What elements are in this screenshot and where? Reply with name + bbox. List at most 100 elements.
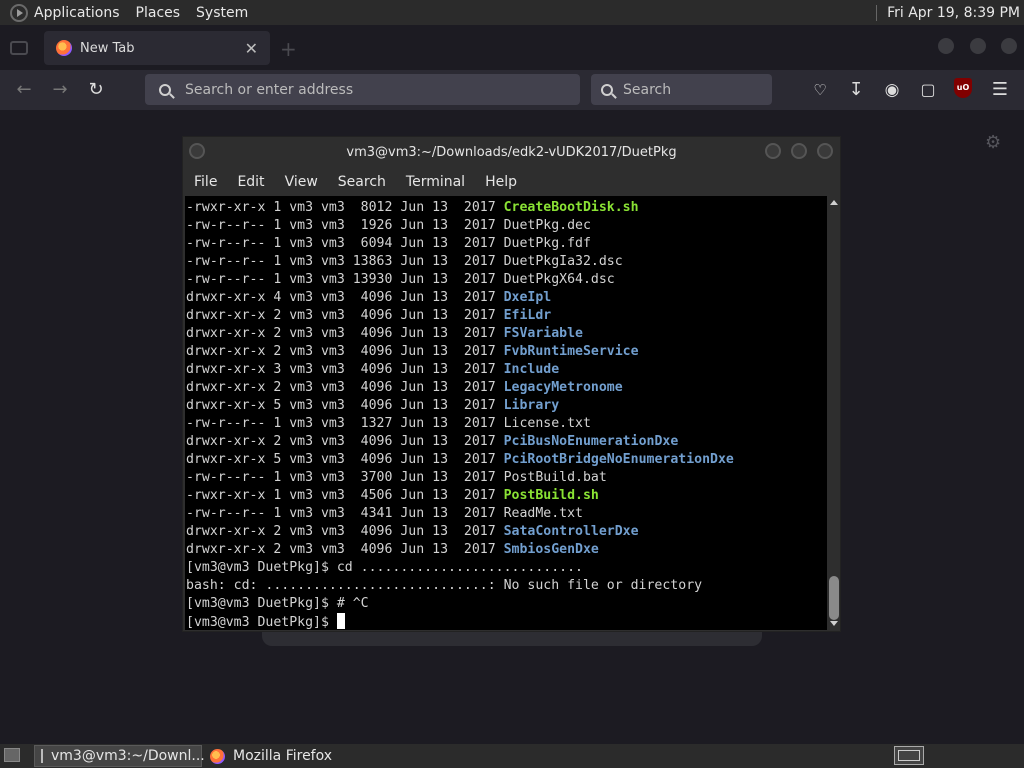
taskbar-item-label: vm3@vm3:~/Downl... [51, 748, 205, 764]
terminal-output[interactable]: -rwxr-xr-x 1 vm3 vm3 8012 Jun 13 2017 Cr… [185, 196, 827, 630]
close-window-icon[interactable] [1001, 38, 1017, 54]
ublock-origin-icon[interactable]: uO [954, 78, 972, 98]
directory-name: SmbiosGenDxe [503, 542, 599, 557]
firefox-view-icon[interactable] [10, 41, 28, 55]
tab-close-icon[interactable]: ✕ [245, 39, 258, 58]
terminal-line: -rw-r--r-- 1 vm3 vm3 1327 Jun 13 2017 Li… [186, 415, 734, 433]
terminal-line: drwxr-xr-x 5 vm3 vm3 4096 Jun 13 2017 Pc… [186, 451, 734, 469]
search-bar-placeholder: Search [623, 81, 672, 98]
terminal-title: vm3@vm3:~/Downloads/edk2-vUDK2017/DuetPk… [346, 145, 677, 160]
scroll-up-arrow-icon[interactable] [830, 200, 838, 205]
terminal-scrollbar[interactable] [828, 196, 840, 630]
terminal-line: drwxr-xr-x 4 vm3 vm3 4096 Jun 13 2017 Dx… [186, 289, 734, 307]
gear-icon[interactable]: ⚙ [985, 132, 1001, 153]
terminal-line: drwxr-xr-x 5 vm3 vm3 4096 Jun 13 2017 Li… [186, 397, 734, 415]
show-desktop-icon[interactable] [4, 748, 20, 762]
file-attributes: drwxr-xr-x 2 vm3 vm3 4096 Jun 13 2017 [186, 524, 504, 539]
terminal-window[interactable]: vm3@vm3:~/Downloads/edk2-vUDK2017/DuetPk… [182, 136, 841, 632]
menu-edit[interactable]: Edit [237, 174, 264, 190]
shell-prompt: [vm3@vm3 DuetPkg]$ [186, 615, 337, 630]
file-name: License.txt [503, 416, 591, 431]
minimize-window-icon[interactable] [938, 38, 954, 54]
file-attributes: drwxr-xr-x 2 vm3 vm3 4096 Jun 13 2017 [186, 434, 504, 449]
directory-name: DxeIpl [503, 290, 552, 305]
file-attributes: drwxr-xr-x 2 vm3 vm3 4096 Jun 13 2017 [186, 542, 504, 557]
terminal-line: -rw-r--r-- 1 vm3 vm3 6094 Jun 13 2017 Du… [186, 235, 734, 253]
system-menu[interactable]: System [196, 5, 248, 21]
taskbar-item-terminal[interactable]: vm3@vm3:~/Downl... [34, 745, 205, 767]
search-icon [601, 83, 613, 96]
browser-tab-bar: New Tab ✕ + [0, 25, 1024, 70]
file-name: DuetPkgX64.dsc [503, 272, 615, 287]
minimize-icon[interactable] [765, 143, 781, 159]
forward-arrow-icon[interactable]: → [48, 78, 72, 102]
terminal-line: drwxr-xr-x 2 vm3 vm3 4096 Jun 13 2017 FS… [186, 325, 734, 343]
directory-name: LegacyMetronome [503, 380, 623, 395]
reload-icon[interactable]: ↻ [84, 78, 108, 102]
address-bar[interactable]: Search or enter address [145, 74, 580, 105]
file-attributes: drwxr-xr-x 4 vm3 vm3 4096 Jun 13 2017 [186, 290, 504, 305]
applications-menu[interactable]: Applications [34, 5, 120, 21]
downloads-icon[interactable]: ↧ [844, 78, 868, 102]
terminal-line: [vm3@vm3 DuetPkg]$ cd ..................… [186, 560, 583, 575]
close-icon[interactable] [817, 143, 833, 159]
terminal-line: -rw-r--r-- 1 vm3 vm3 4341 Jun 13 2017 Re… [186, 505, 734, 523]
hamburger-menu-icon[interactable]: ☰ [988, 78, 1012, 102]
taskbar-item-firefox[interactable]: Mozilla Firefox [202, 745, 362, 767]
panel-menu-bar: Applications Places System [0, 0, 264, 25]
terminal-line: drwxr-xr-x 2 vm3 vm3 4096 Jun 13 2017 Pc… [186, 433, 734, 451]
back-arrow-icon[interactable]: ← [12, 78, 36, 102]
menu-terminal[interactable]: Terminal [406, 174, 465, 190]
tab-title: New Tab [80, 40, 135, 56]
menu-help[interactable]: Help [485, 174, 517, 190]
file-attributes: drwxr-xr-x 2 vm3 vm3 4096 Jun 13 2017 [186, 326, 504, 341]
firefox-logo-icon [210, 748, 225, 764]
maximize-icon[interactable] [791, 143, 807, 159]
workspace-switcher[interactable] [894, 746, 924, 765]
terminal-line: -rw-r--r-- 1 vm3 vm3 3700 Jun 13 2017 Po… [186, 469, 734, 487]
terminal-line: -rwxr-xr-x 1 vm3 vm3 8012 Jun 13 2017 Cr… [186, 199, 734, 217]
applications-logo-icon[interactable] [10, 3, 28, 22]
terminal-line: drwxr-xr-x 2 vm3 vm3 4096 Jun 13 2017 Sa… [186, 523, 734, 541]
file-name: PostBuild.bat [503, 470, 607, 485]
terminal-line: -rwxr-xr-x 1 vm3 vm3 4506 Jun 13 2017 Po… [186, 487, 734, 505]
places-menu[interactable]: Places [136, 5, 181, 21]
directory-name: FSVariable [503, 326, 583, 341]
address-bar-placeholder: Search or enter address [185, 81, 354, 98]
file-attributes: -rwxr-xr-x 1 vm3 vm3 4506 Jun 13 2017 [186, 488, 504, 503]
clock-area: Fri Apr 19, 8:39 PM [876, 0, 1024, 25]
file-attributes: drwxr-xr-x 5 vm3 vm3 4096 Jun 13 2017 [186, 398, 504, 413]
file-attributes: drwxr-xr-x 2 vm3 vm3 4096 Jun 13 2017 [186, 380, 504, 395]
terminal-line: drwxr-xr-x 2 vm3 vm3 4096 Jun 13 2017 Sm… [186, 541, 734, 559]
terminal-line: -rw-r--r-- 1 vm3 vm3 13930 Jun 13 2017 D… [186, 271, 734, 289]
scroll-down-arrow-icon[interactable] [830, 621, 838, 626]
file-name: DuetPkg.fdf [503, 236, 591, 251]
directory-name: SataControllerDxe [503, 524, 639, 539]
maximize-window-icon[interactable] [970, 38, 986, 54]
account-icon[interactable]: ◉ [880, 78, 904, 102]
menu-search[interactable]: Search [338, 174, 386, 190]
file-attributes: -rw-r--r-- 1 vm3 vm3 1926 Jun 13 2017 [186, 218, 504, 233]
terminal-line: -rw-r--r-- 1 vm3 vm3 1926 Jun 13 2017 Du… [186, 217, 734, 235]
directory-name: PciRootBridgeNoEnumerationDxe [503, 452, 734, 467]
file-attributes: drwxr-xr-x 5 vm3 vm3 4096 Jun 13 2017 [186, 452, 504, 467]
taskbar-item-label: Mozilla Firefox [233, 748, 333, 764]
menu-file[interactable]: File [194, 174, 217, 190]
tab-new-tab[interactable]: New Tab ✕ [44, 31, 270, 65]
file-attributes: drwxr-xr-x 3 vm3 vm3 4096 Jun 13 2017 [186, 362, 504, 377]
menu-view[interactable]: View [285, 174, 318, 190]
directory-name: Include [503, 362, 560, 377]
search-icon [159, 83, 171, 96]
terminal-prompt-line[interactable]: [vm3@vm3 DuetPkg]$ [186, 613, 734, 630]
terminal-icon [41, 749, 43, 763]
file-attributes: -rw-r--r-- 1 vm3 vm3 13930 Jun 13 2017 [186, 272, 504, 287]
panel-separator [876, 4, 878, 21]
clock[interactable]: Fri Apr 19, 8:39 PM [887, 5, 1020, 21]
extensions-icon[interactable]: ▢ [916, 78, 940, 102]
new-tab-plus-icon[interactable]: + [280, 37, 297, 61]
terminal-line: bash: cd: ............................: … [186, 578, 703, 593]
scrollbar-thumb[interactable] [829, 576, 839, 620]
pocket-icon[interactable]: ♡ [808, 78, 832, 102]
search-bar[interactable]: Search [591, 74, 772, 105]
file-attributes: drwxr-xr-x 2 vm3 vm3 4096 Jun 13 2017 [186, 308, 504, 323]
